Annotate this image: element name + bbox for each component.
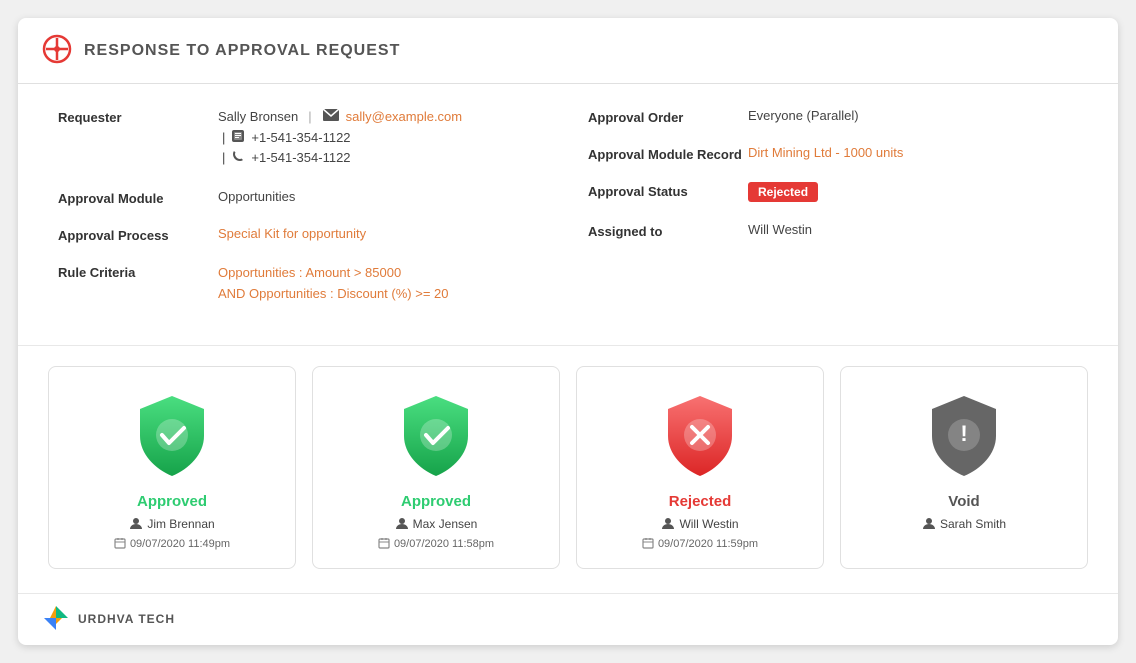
card-date-max: 09/07/2020 11:58pm xyxy=(378,537,494,552)
card-status-will: Rejected xyxy=(669,493,732,510)
calendar-icon-jim xyxy=(114,537,126,552)
card-sarah: ! Void Sarah Smith xyxy=(840,366,1088,569)
requester-label: Requester xyxy=(58,108,218,125)
card-max: Approved Max Jensen xyxy=(312,366,560,569)
phone2-icon xyxy=(231,149,245,166)
approval-order-row: Approval Order Everyone (Parallel) xyxy=(588,108,1078,125)
shield-void-sarah: ! xyxy=(924,391,1004,481)
main-container: RESPONSE TO APPROVAL REQUEST Requester S… xyxy=(18,18,1118,645)
phone-icon xyxy=(231,129,245,146)
calendar-icon-will xyxy=(642,537,654,552)
card-person-max: Max Jensen xyxy=(395,516,478,533)
card-date-text-max: 09/07/2020 11:58pm xyxy=(394,538,494,550)
person-icon-will xyxy=(661,516,675,533)
card-person-name-max: Max Jensen xyxy=(413,517,478,531)
shield-approved-jim xyxy=(132,391,212,481)
requester-block: Sally Bronsen | sally@example.com xyxy=(218,108,462,169)
approval-module-record-label: Approval Module Record xyxy=(588,145,748,162)
requester-row: Requester Sally Bronsen | xyxy=(58,108,548,169)
requester-phone1-row: | +1-541-354-1122 xyxy=(218,129,462,146)
page-header: RESPONSE TO APPROVAL REQUEST xyxy=(18,18,1118,84)
shield-approved-max xyxy=(396,391,476,481)
footer: URDHVA TECH xyxy=(18,594,1118,645)
requester-phone1: +1-541-354-1122 xyxy=(251,130,350,145)
requester-phone2: +1-541-354-1122 xyxy=(251,150,350,165)
rule-criteria-row: Rule Criteria Opportunities : Amount > 8… xyxy=(58,263,548,305)
calendar-icon-max xyxy=(378,537,390,552)
approval-order-value: Everyone (Parallel) xyxy=(748,108,859,123)
email-icon xyxy=(322,108,340,125)
card-person-name-jim: Jim Brennan xyxy=(147,517,214,531)
info-grid: Requester Sally Bronsen | xyxy=(58,108,1078,325)
footer-logo-text: URDHVA TECH xyxy=(78,612,175,626)
rule-criteria-line1: Opportunities : Amount > 85000 xyxy=(218,263,449,284)
approval-module-row: Approval Module Opportunities xyxy=(58,189,548,206)
rule-criteria-line2: AND Opportunities : Discount (%) >= 20 xyxy=(218,284,449,305)
pipe-divider2: | xyxy=(222,150,225,165)
approval-status-label: Approval Status xyxy=(588,182,748,199)
approval-module-record-row: Approval Module Record Dirt Mining Ltd -… xyxy=(588,145,1078,162)
card-status-max: Approved xyxy=(401,493,471,510)
card-person-sarah: Sarah Smith xyxy=(922,516,1006,533)
approval-module-label: Approval Module xyxy=(58,189,218,206)
approval-module-record-value[interactable]: Dirt Mining Ltd - 1000 units xyxy=(748,145,903,160)
approval-process-label: Approval Process xyxy=(58,226,218,243)
card-person-name-will: Will Westin xyxy=(679,517,738,531)
card-jim: Approved Jim Brennan xyxy=(48,366,296,569)
card-person-name-sarah: Sarah Smith xyxy=(940,517,1006,531)
cards-section: Approved Jim Brennan xyxy=(18,346,1118,594)
person-icon-sarah xyxy=(922,516,936,533)
approval-order-label: Approval Order xyxy=(588,108,748,125)
rule-criteria-label: Rule Criteria xyxy=(58,263,218,280)
page-title: RESPONSE TO APPROVAL REQUEST xyxy=(84,42,400,60)
card-date-will: 09/07/2020 11:59pm xyxy=(642,537,758,552)
approval-status-badge: Rejected xyxy=(748,182,818,202)
person-icon-jim xyxy=(129,516,143,533)
assigned-to-value: Will Westin xyxy=(748,222,812,237)
person-icon-max xyxy=(395,516,409,533)
card-date-text-will: 09/07/2020 11:59pm xyxy=(658,538,758,550)
approval-module-value: Opportunities xyxy=(218,189,295,204)
pipe-divider: | xyxy=(222,130,225,145)
info-section: Requester Sally Bronsen | xyxy=(18,84,1118,346)
requester-main: Sally Bronsen | sally@example.com xyxy=(218,108,462,125)
approval-process-row: Approval Process Special Kit for opportu… xyxy=(58,226,548,243)
card-date-jim: 09/07/2020 11:49pm xyxy=(114,537,230,552)
assigned-to-row: Assigned to Will Westin xyxy=(588,222,1078,239)
approval-status-row: Approval Status Rejected xyxy=(588,182,1078,202)
requester-phone2-row: | +1-541-354-1122 xyxy=(218,149,462,166)
card-person-will: Will Westin xyxy=(661,516,738,533)
header-icon xyxy=(42,34,72,67)
card-will: Rejected Will Westin xyxy=(576,366,824,569)
requester-email[interactable]: sally@example.com xyxy=(346,109,463,124)
assigned-to-label: Assigned to xyxy=(588,222,748,239)
card-person-jim: Jim Brennan xyxy=(129,516,214,533)
footer-logo-icon xyxy=(42,604,70,635)
card-status-jim: Approved xyxy=(137,493,207,510)
card-status-sarah: Void xyxy=(948,493,979,510)
card-date-text-jim: 09/07/2020 11:49pm xyxy=(130,538,230,550)
approval-process-value[interactable]: Special Kit for opportunity xyxy=(218,226,366,241)
svg-text:!: ! xyxy=(960,421,967,446)
requester-name: Sally Bronsen xyxy=(218,109,298,124)
cards-grid: Approved Jim Brennan xyxy=(48,366,1088,569)
rule-criteria-value: Opportunities : Amount > 85000 AND Oppor… xyxy=(218,263,449,305)
shield-rejected-will xyxy=(660,391,740,481)
divider: | xyxy=(308,109,311,124)
